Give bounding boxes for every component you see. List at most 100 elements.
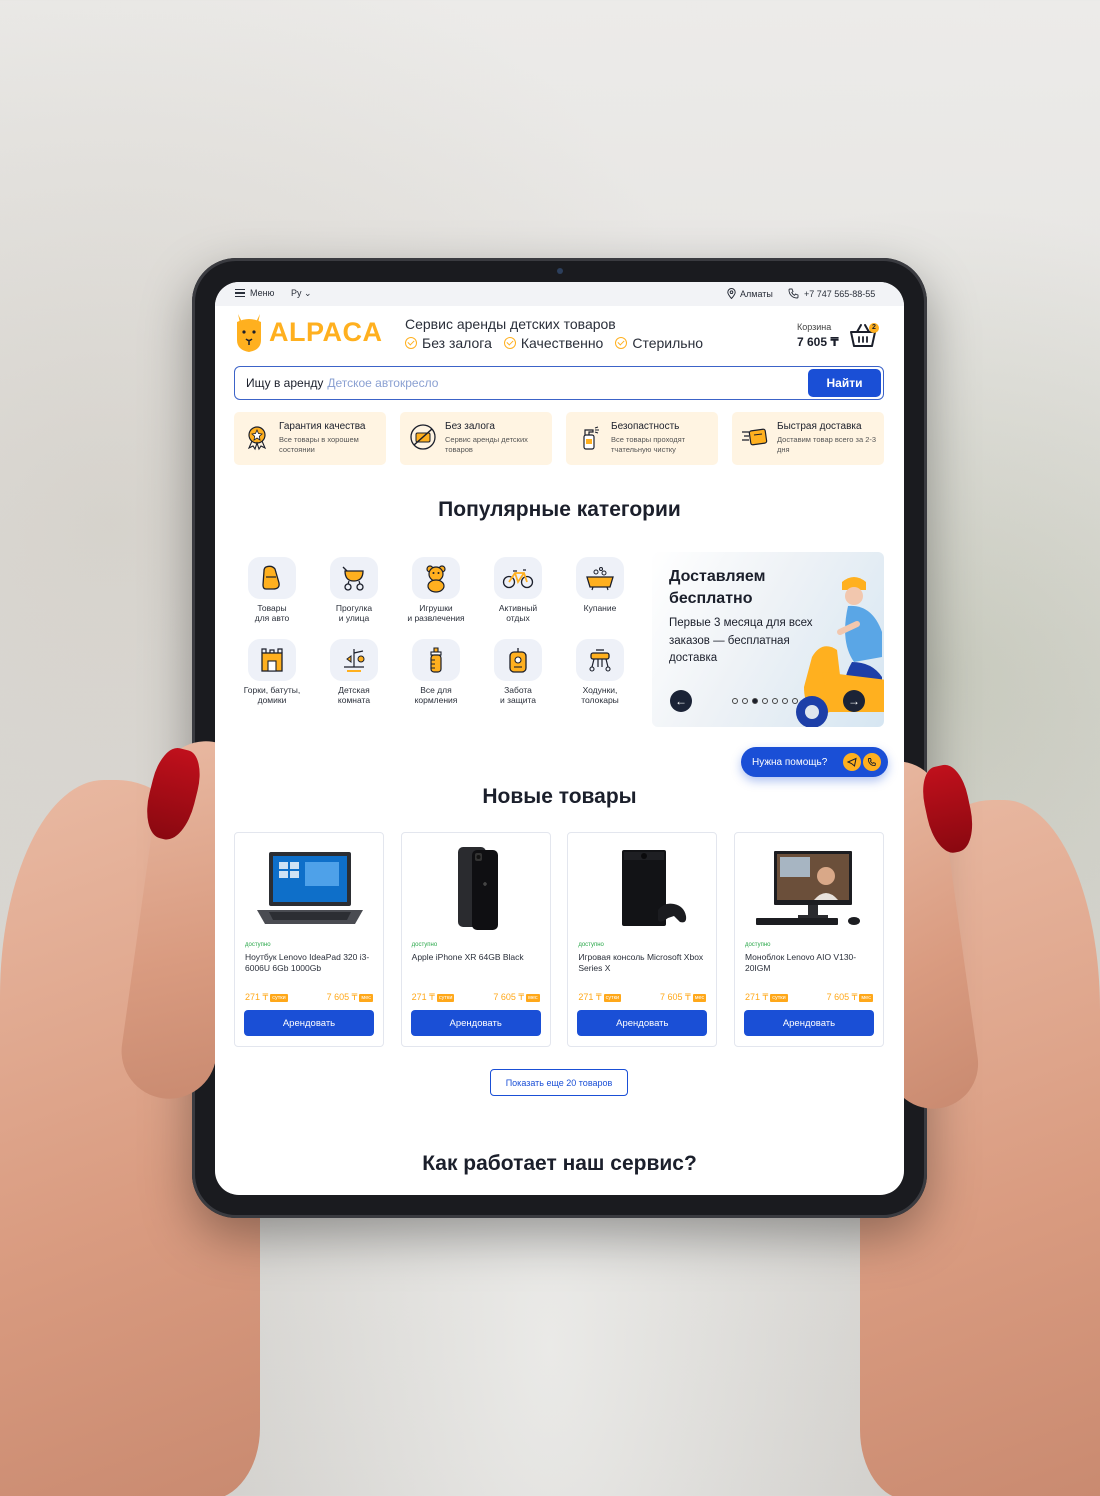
carousel-dot[interactable]	[742, 698, 748, 704]
city-label: Алматы	[740, 288, 773, 299]
rent-button[interactable]: Арендовать	[743, 1010, 874, 1036]
phone-image	[457, 846, 498, 930]
carousel-dot[interactable]	[762, 698, 768, 704]
rent-button[interactable]: Арендовать	[577, 1010, 708, 1036]
category-label: Прогулка и улица	[335, 603, 373, 623]
categories-grid: Товары для авто Прогулка и улица Игрушки…	[231, 557, 655, 705]
product-name[interactable]: Apple iPhone XR 64GB Black	[412, 952, 542, 963]
product-card[interactable]: доступно Игровая консоль Microsoft Xbox …	[567, 832, 718, 1047]
bathtub-icon	[586, 567, 614, 591]
category-auto[interactable]: Товары для авто	[231, 557, 313, 623]
logo-text: ALPACA	[269, 316, 383, 347]
cart-count-badge: 2	[869, 323, 879, 333]
category-toys[interactable]: Игрушки и развлечения	[395, 557, 477, 623]
top-bar: Меню Ру ⌄ Алматы +7 747 565-88-55	[215, 282, 904, 306]
city-selector[interactable]: Алматы	[727, 288, 773, 299]
phone-icon	[788, 288, 799, 299]
category-care[interactable]: Забота и защита	[477, 639, 559, 705]
benefit-card-delivery: Быстрая доставка Доставим товар всего за…	[732, 412, 884, 465]
language-label: Ру	[291, 288, 302, 298]
whatsapp-icon[interactable]	[863, 753, 881, 771]
search-button[interactable]: Найти	[808, 369, 881, 397]
benefit-card-quality: Гарантия качества Все товары в хорошем с…	[234, 412, 386, 465]
category-label: Игрушки и развлечения	[407, 603, 465, 623]
no-deposit-icon	[410, 424, 436, 450]
benefit-desc: Сервис аренды детских товаров	[445, 435, 528, 454]
price-per-day: 271 ₸ сутки	[578, 992, 622, 1002]
category-bathing[interactable]: Купание	[559, 557, 641, 623]
slogan: Сервис аренды детских товаров	[405, 316, 616, 332]
arrow-left-icon[interactable]: ←	[670, 690, 692, 712]
console-image	[622, 849, 687, 926]
camera-icon	[557, 268, 563, 274]
product-name[interactable]: Ноутбук Lenovo IdeaPad 320 i3-6006U 6Gb …	[245, 952, 375, 974]
promo-banner[interactable]: Доставляем бесплатно Первые 3 месяца для…	[652, 552, 884, 727]
category-feeding[interactable]: Все для кормления	[395, 639, 477, 705]
feature-item: Без залога	[405, 335, 492, 351]
check-circle-icon	[503, 337, 516, 349]
cart-total[interactable]: 7 605 ₸	[797, 335, 839, 349]
menu-label: Меню	[250, 288, 275, 298]
product-card[interactable]: доступно Apple iPhone XR 64GB Black 271 …	[400, 832, 551, 1047]
category-active[interactable]: Активный отдых	[477, 557, 559, 623]
search-input[interactable]	[327, 376, 788, 390]
telegram-icon[interactable]	[843, 753, 861, 771]
carousel-dot[interactable]	[732, 698, 738, 704]
category-kids-room[interactable]: Детская комната	[313, 639, 395, 705]
cart-label: Корзина	[797, 322, 832, 332]
category-walkers[interactable]: Ходунки, толокары	[559, 639, 641, 705]
category-label: Активный отдых	[498, 603, 538, 623]
hamburger-icon	[235, 289, 245, 297]
availability-status: доступно	[744, 942, 771, 948]
check-circle-icon	[405, 337, 417, 349]
help-label: Нужна помощь?	[752, 756, 828, 768]
category-walk[interactable]: Прогулка и улица	[313, 557, 395, 623]
fast-delivery-icon	[742, 428, 768, 446]
product-card[interactable]: доступно Ноутбук Lenovo IdeaPad 320 i3-6…	[234, 832, 384, 1047]
availability-status: доступно	[578, 942, 604, 948]
baby-bottle-icon	[430, 647, 442, 673]
feature-item: Стерильно	[615, 335, 703, 351]
benefit-desc: Доставим товар всего за 2-3 дня	[777, 435, 877, 454]
carousel-dot[interactable]	[792, 698, 798, 704]
product-card[interactable]: доступно Моноблок Lenovo AIO V130-20IGM …	[733, 832, 884, 1047]
search-bar: Ищу в аренду Найти	[234, 366, 884, 400]
baby-monitor-icon	[509, 648, 527, 673]
alpaca-logo-icon	[237, 314, 261, 352]
logo[interactable]: ALPACA	[233, 310, 383, 354]
category-label: Все для кормления	[414, 685, 458, 705]
availability-status: доступно	[411, 942, 438, 948]
benefit-title: Безопастность	[611, 421, 680, 432]
bicycle-icon	[502, 569, 534, 589]
show-more-button[interactable]: Показать еще 20 товаров	[490, 1069, 628, 1096]
how-it-works-title: Как работает наш сервис?	[422, 1152, 697, 1175]
product-name[interactable]: Моноблок Lenovo AIO V130-20IGM	[745, 952, 875, 974]
tablet-screen: Меню Ру ⌄ Алматы +7 747 565-88-55 ALPACA…	[215, 282, 904, 1195]
category-label: Забота и защита	[499, 685, 536, 705]
carousel-dot-active[interactable]	[752, 698, 758, 704]
quality-badge-icon	[247, 426, 267, 451]
walker-icon	[589, 649, 611, 672]
price-per-month: 7 605 ₸ мес	[826, 992, 873, 1002]
playhouse-icon	[261, 648, 283, 672]
language-selector[interactable]: Ру ⌄	[291, 288, 312, 299]
rent-button[interactable]: Арендовать	[410, 1010, 541, 1036]
categories-title: Популярные категории	[438, 498, 681, 521]
category-label: Горки, батуты, домики	[243, 685, 301, 705]
monoblock-image	[755, 851, 860, 925]
benefit-title: Гарантия качества	[279, 421, 366, 432]
phone-link[interactable]: +7 747 565-88-55	[788, 288, 875, 299]
carousel-dot[interactable]	[772, 698, 778, 704]
help-button[interactable]: Нужна помощь?	[741, 747, 888, 777]
phone-number: +7 747 565-88-55	[804, 288, 876, 299]
product-name[interactable]: Игровая консоль Microsoft Xbox Series X	[578, 952, 708, 974]
feature-item: Качественно	[503, 335, 603, 351]
menu-button[interactable]: Меню	[235, 288, 274, 298]
spray-bottle-icon	[583, 426, 599, 450]
rent-button[interactable]: Арендовать	[244, 1010, 374, 1036]
category-playhouse[interactable]: Горки, батуты, домики	[231, 639, 313, 705]
laptop-image	[257, 852, 363, 924]
car-seat-icon	[262, 565, 280, 590]
carousel-dot[interactable]	[782, 698, 788, 704]
arrow-right-icon[interactable]: →	[843, 690, 865, 712]
